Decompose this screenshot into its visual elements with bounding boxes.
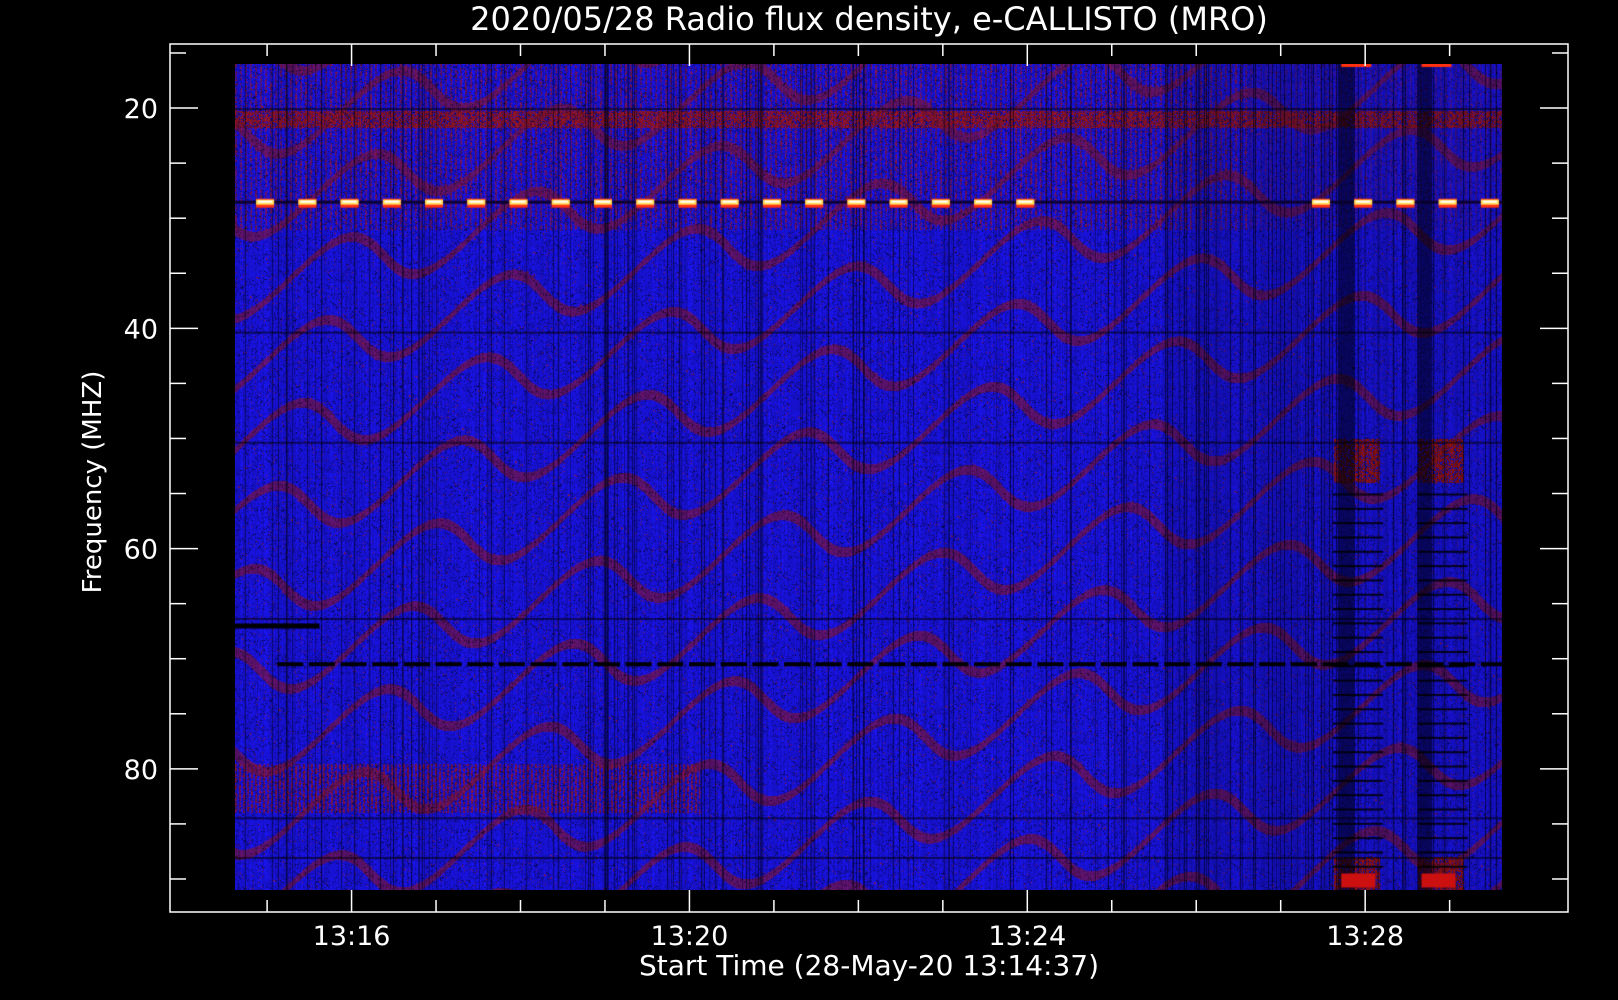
spectrogram-plot-area bbox=[235, 64, 1502, 890]
y-tick-label: 60 bbox=[124, 535, 158, 566]
x-tick-label: 13:16 bbox=[313, 921, 391, 952]
spectrogram-chart: 2020/05/28 Radio flux density, e-CALLIST… bbox=[0, 0, 1618, 1000]
chart-title: 2020/05/28 Radio flux density, e-CALLIST… bbox=[470, 0, 1268, 38]
x-tick-label: 13:24 bbox=[988, 921, 1066, 952]
y-tick-label: 40 bbox=[124, 314, 158, 345]
x-tick-label: 13:20 bbox=[651, 921, 729, 952]
y-tick-label: 20 bbox=[124, 94, 158, 125]
y-axis-label: Frequency (MHZ) bbox=[78, 371, 108, 594]
spectrogram-raster bbox=[235, 64, 1502, 890]
x-tick-label: 13:28 bbox=[1326, 921, 1404, 952]
x-axis-label: Start Time (28-May-20 13:14:37) bbox=[639, 949, 1099, 982]
y-tick-label: 80 bbox=[124, 755, 158, 786]
